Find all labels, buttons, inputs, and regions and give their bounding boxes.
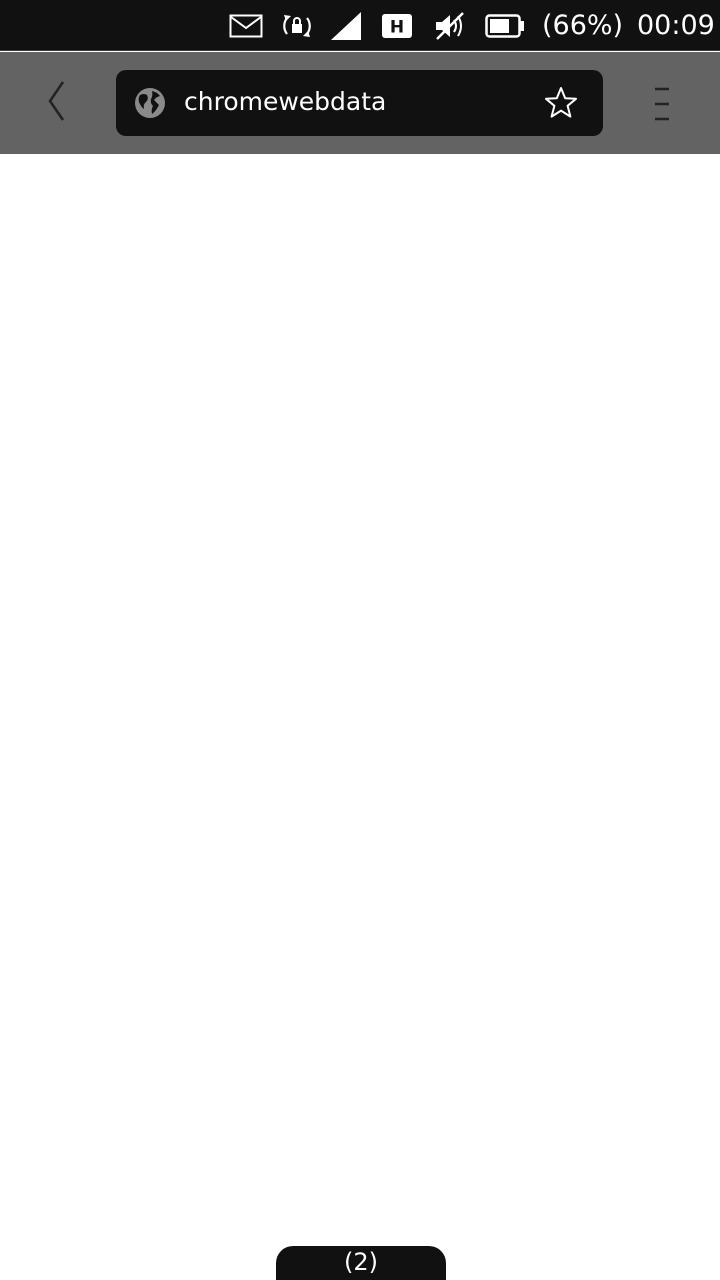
star-outline-icon[interactable] <box>544 86 578 120</box>
network-h-icon: H <box>382 11 412 41</box>
tab-count: (2) <box>344 1248 378 1276</box>
browser-toolbar: chromewebdata <box>0 52 720 154</box>
network-type-label: H <box>390 18 404 38</box>
signal-icon <box>330 11 362 41</box>
rotation-lock-icon <box>280 11 314 41</box>
muted-volume-icon <box>433 11 467 41</box>
tabs-button[interactable]: (2) <box>276 1246 446 1280</box>
menu-icon <box>644 87 680 128</box>
clock-time: 00:09 <box>637 10 715 41</box>
back-button[interactable] <box>36 78 76 128</box>
mail-icon <box>229 11 263 41</box>
chevron-left-icon <box>46 80 66 126</box>
address-bar[interactable]: chromewebdata <box>116 70 603 136</box>
battery-icon <box>485 11 525 41</box>
status-bar: H (66%) 00:09 <box>0 0 720 51</box>
globe-icon <box>134 87 166 119</box>
battery-percent: (66%) <box>542 10 624 41</box>
url-text[interactable]: chromewebdata <box>184 84 386 120</box>
page-content <box>0 154 720 1280</box>
menu-button[interactable] <box>644 84 680 124</box>
